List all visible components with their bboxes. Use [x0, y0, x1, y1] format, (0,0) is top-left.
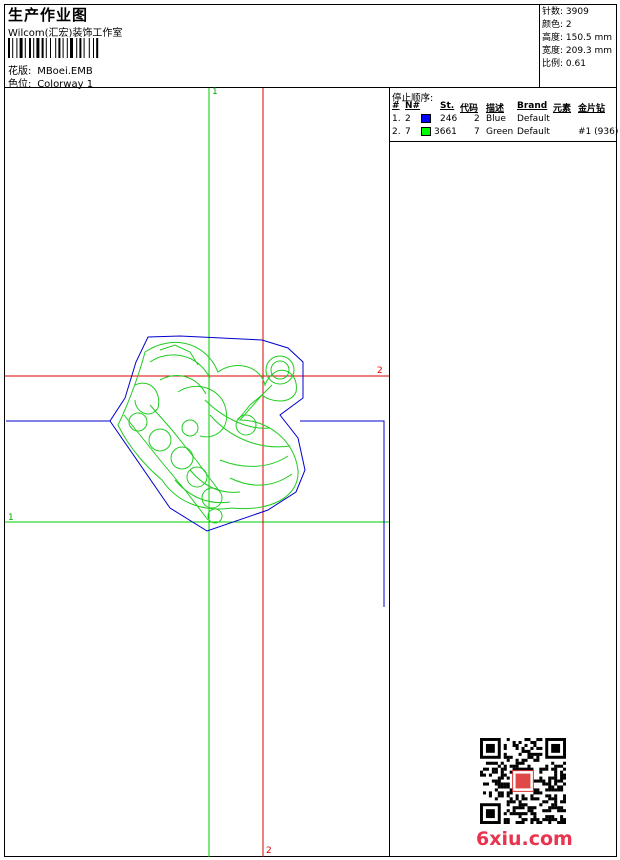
green-axis-marker-left: 1 [8, 513, 14, 523]
red-axis-marker-right: 2 [377, 366, 383, 376]
qr-code-icon [480, 738, 566, 824]
green-stitch-design [117, 341, 299, 524]
red-axis-marker-bottom: 2 [266, 846, 272, 856]
green-axis-marker-top: 1 [212, 87, 218, 97]
design-preview [5, 88, 389, 857]
blue-travel-path-right [300, 420, 385, 607]
brand-watermark: 6xiu.com [476, 828, 573, 850]
